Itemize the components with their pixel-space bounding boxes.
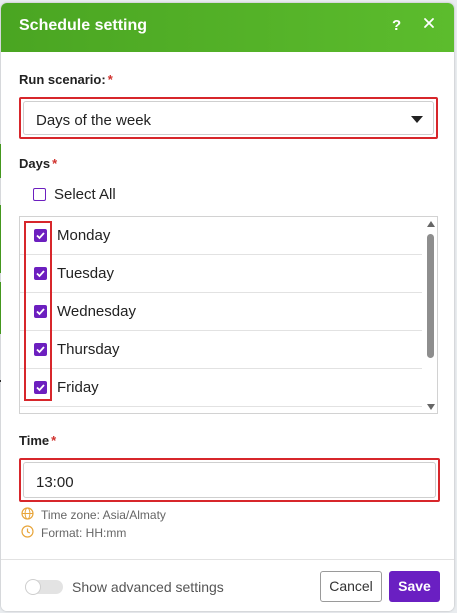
required-mark: *: [51, 433, 57, 448]
format-hint-text: Format: HH:mm: [41, 526, 127, 540]
select-all-checkbox[interactable]: Select All: [33, 186, 116, 203]
run-scenario-label: Run scenario: *: [19, 72, 113, 87]
checkbox-checked-icon[interactable]: [34, 267, 47, 280]
time-value: 13:00: [36, 474, 74, 491]
day-option-wednesday[interactable]: Wednesday: [20, 293, 422, 331]
day-option-label: Wednesday: [57, 303, 136, 320]
dialog-footer: Show advanced settings Cancel Save: [1, 559, 454, 611]
day-option-monday[interactable]: Monday: [20, 217, 422, 255]
close-icon[interactable]: [421, 15, 437, 31]
required-mark: *: [52, 156, 58, 171]
schedule-setting-dialog: Schedule setting ? Run scenario: * Days o…: [1, 3, 454, 611]
format-hint: Format: HH:mm: [21, 525, 126, 541]
day-option-thursday[interactable]: Thursday: [20, 331, 422, 369]
save-button[interactable]: Save: [389, 571, 440, 602]
dialog-header: Schedule setting ?: [1, 3, 454, 52]
required-mark: *: [107, 72, 113, 87]
day-option-label: Friday: [57, 379, 99, 396]
checkbox-checked-icon[interactable]: [34, 229, 47, 242]
checkbox-checked-icon[interactable]: [34, 343, 47, 356]
cancel-button[interactable]: Cancel: [320, 571, 382, 602]
checkbox-checked-icon[interactable]: [34, 381, 47, 394]
day-option-label: Tuesday: [57, 265, 114, 282]
time-input-inner: 13:00: [23, 462, 436, 498]
days-list-scrollbar[interactable]: [424, 217, 437, 413]
time-label-text: Time: [19, 433, 50, 448]
run-scenario-selected-value: Days of the week: [36, 112, 152, 129]
days-label: Days *: [19, 156, 57, 171]
toggle-knob: [25, 579, 41, 595]
help-button[interactable]: ?: [392, 17, 401, 34]
timezone-hint-text: Time zone: Asia/Almaty: [41, 508, 166, 522]
day-option-label: Thursday: [57, 341, 120, 358]
advanced-settings-label: Show advanced settings: [72, 579, 224, 595]
globe-icon: [21, 507, 34, 523]
days-label-text: Days: [19, 156, 51, 171]
day-option-tuesday[interactable]: Tuesday: [20, 255, 422, 293]
dialog-title: Schedule setting: [19, 17, 148, 34]
days-list: Monday Tuesday Wednesday Thursday Friday: [19, 216, 438, 414]
scroll-up-arrow-icon[interactable]: [427, 221, 435, 227]
run-scenario-select-inner: Days of the week: [23, 101, 434, 135]
advanced-settings-toggle[interactable]: [25, 579, 63, 595]
day-option-label: Monday: [57, 227, 111, 244]
run-scenario-select[interactable]: Days of the week: [19, 97, 438, 139]
run-scenario-label-text: Run scenario:: [19, 72, 106, 87]
caret-down-icon: [411, 116, 423, 123]
clock-icon: [21, 525, 34, 541]
timezone-hint: Time zone: Asia/Almaty: [21, 507, 166, 523]
time-input[interactable]: 13:00: [19, 458, 440, 502]
day-option-friday[interactable]: Friday: [20, 369, 422, 407]
scroll-down-arrow-icon[interactable]: [427, 404, 435, 410]
checkbox-checked-icon[interactable]: [34, 305, 47, 318]
time-label: Time *: [19, 433, 56, 448]
scrollbar-thumb[interactable]: [427, 234, 434, 358]
checkbox-unchecked-icon[interactable]: [33, 188, 46, 201]
select-all-label: Select All: [54, 186, 116, 203]
